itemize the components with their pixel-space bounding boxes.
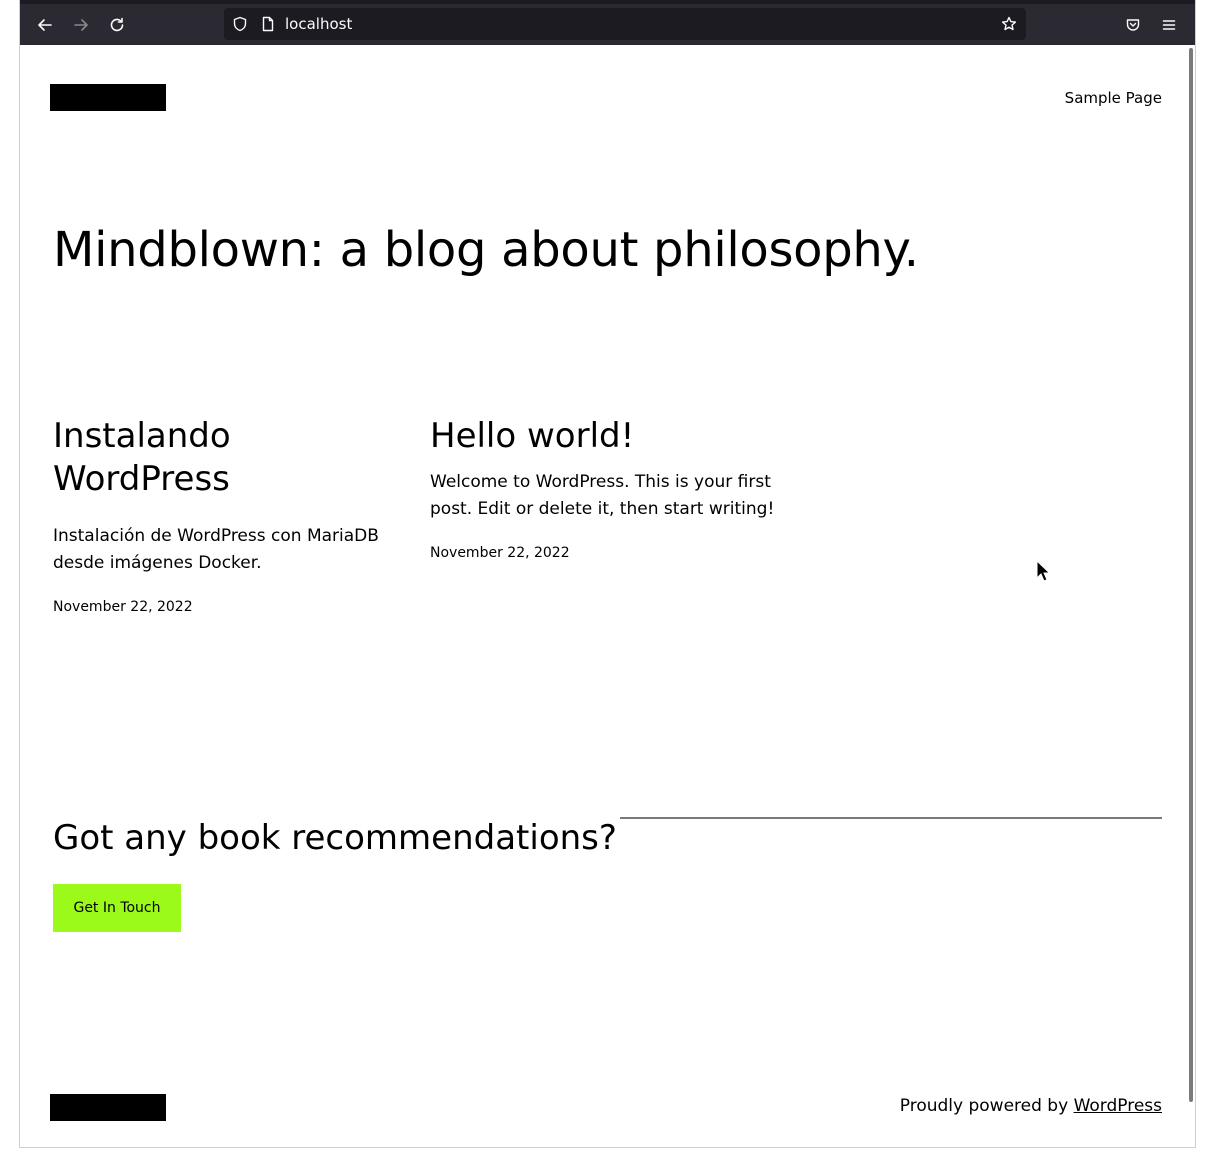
site-logo[interactable] <box>50 84 166 111</box>
post-excerpt: Instalación de WordPress con MariaDB des… <box>53 526 379 573</box>
back-arrow-icon <box>38 19 52 31</box>
footer-credit: Proudly powered by WordPress <box>900 1096 1162 1116</box>
star-icon[interactable] <box>1001 16 1017 32</box>
pocket-icon <box>1126 19 1140 31</box>
back-button[interactable] <box>30 10 60 40</box>
footer-logo[interactable] <box>50 1094 166 1121</box>
cta-heading: Got any book recommendations? <box>53 818 617 858</box>
post-card: Instalando WordPress Instalación de Word… <box>53 415 401 615</box>
page-icon <box>260 16 276 32</box>
url-bar[interactable]: localhost <box>224 8 1026 40</box>
post-excerpt: Welcome to WordPress. This is your first… <box>430 472 775 519</box>
get-in-touch-button[interactable]: Get In Touch <box>53 884 181 932</box>
post-title-link[interactable]: Instalando WordPress <box>53 415 401 501</box>
url-text[interactable]: localhost <box>285 15 352 33</box>
menu-button[interactable] <box>1154 10 1184 40</box>
reload-icon <box>110 17 124 32</box>
post-date[interactable]: November 22, 2022 <box>53 599 401 615</box>
shield-icon[interactable] <box>232 16 248 32</box>
page-title: Mindblown: a blog about philosophy. <box>53 222 919 278</box>
wordpress-link[interactable]: WordPress <box>1074 1096 1162 1116</box>
post-date[interactable]: November 22, 2022 <box>430 545 790 561</box>
separator <box>620 817 1162 819</box>
pocket-button[interactable] <box>1118 10 1148 40</box>
forward-button[interactable] <box>66 10 96 40</box>
mouse-cursor-icon <box>1036 560 1050 582</box>
post-card: Hello world! Welcome to WordPress. This … <box>430 415 790 561</box>
hamburger-menu-icon <box>1162 20 1176 30</box>
post-title-link[interactable]: Hello world! <box>430 415 790 458</box>
page-scrollbar[interactable] <box>1189 48 1193 1102</box>
forward-arrow-icon <box>74 19 88 31</box>
browser-window: localhost Sample Page Mindblown: a blog … <box>19 0 1196 1148</box>
browser-toolbar: localhost <box>20 0 1195 45</box>
nav-sample-page[interactable]: Sample Page <box>1065 89 1162 107</box>
reload-button[interactable] <box>102 10 132 40</box>
footer-credit-prefix: Proudly powered by <box>899 1096 1074 1116</box>
